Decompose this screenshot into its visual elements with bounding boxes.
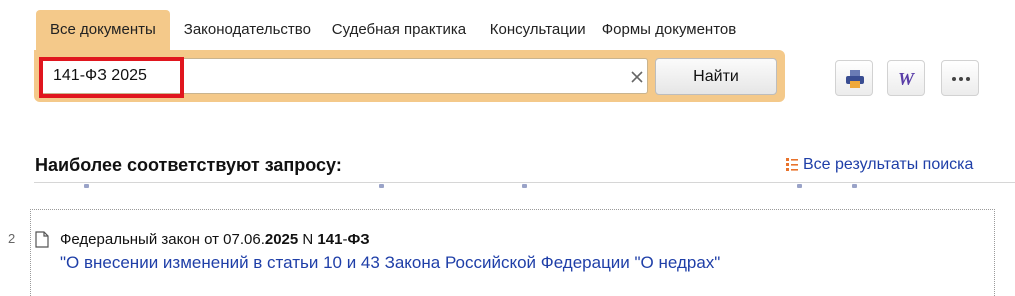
- document-icon: [35, 231, 49, 248]
- more-icon: [952, 77, 970, 81]
- result-link[interactable]: "О внесении изменений в статьи 10 и 43 З…: [60, 253, 720, 273]
- scrolled-row-remnant: [34, 184, 1015, 192]
- results-list-icon: [786, 158, 798, 171]
- divider: [34, 182, 1015, 183]
- tab-legislation[interactable]: Законодательство: [170, 10, 318, 50]
- print-button[interactable]: [835, 60, 873, 96]
- tab-all-documents[interactable]: Все документы: [36, 10, 170, 50]
- result-title: Федеральный закон от 07.06.2025 N 141-ФЗ: [60, 231, 370, 248]
- all-results-link[interactable]: Все результаты поиска: [785, 156, 973, 174]
- word-export-icon: W: [898, 69, 916, 89]
- search-panel: Найти: [34, 50, 785, 102]
- tab-document-forms[interactable]: Формы документов: [590, 10, 750, 50]
- tab-court-practice[interactable]: Судебная практика: [318, 10, 478, 50]
- print-icon: [846, 70, 864, 88]
- close-icon[interactable]: [629, 69, 645, 85]
- all-results-label: Все результаты поиска: [803, 156, 974, 173]
- tab-consultations[interactable]: Консультации: [478, 10, 590, 50]
- tab-bar: Все документы Законодательство Судебная …: [36, 10, 750, 50]
- search-field-container: [40, 58, 648, 94]
- results-heading: Наиболее соответствуют запросу:: [35, 155, 342, 175]
- search-input[interactable]: [53, 59, 613, 93]
- find-button[interactable]: Найти: [655, 58, 777, 95]
- more-button[interactable]: [941, 60, 979, 96]
- result-number: 2: [8, 231, 16, 246]
- svg-text:W: W: [898, 69, 916, 89]
- word-export-button[interactable]: W: [887, 60, 925, 96]
